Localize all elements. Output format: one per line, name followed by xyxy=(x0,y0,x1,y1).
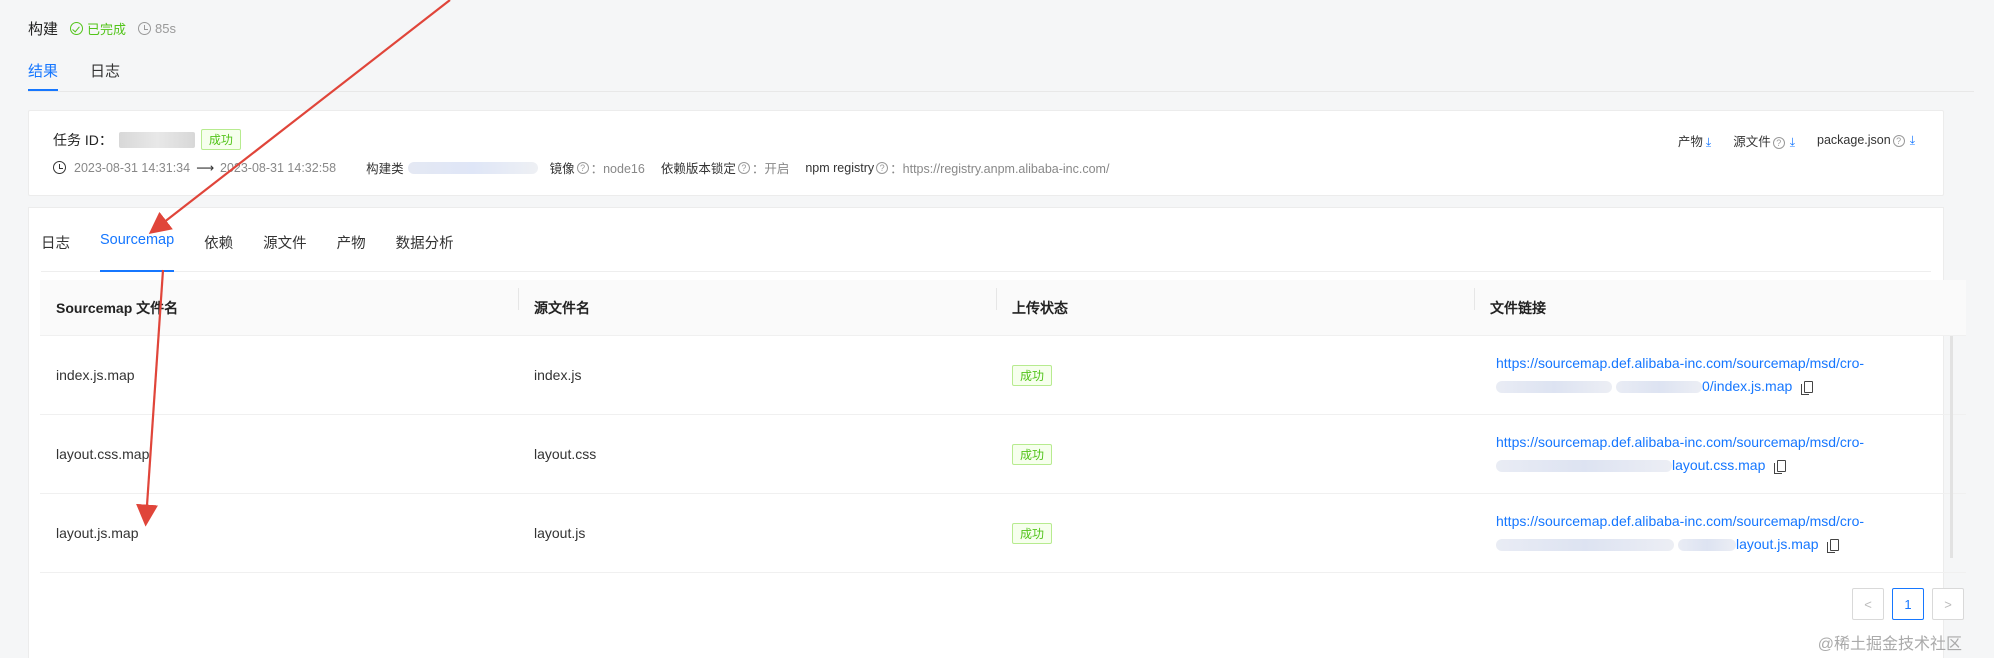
file-link[interactable]: https://sourcemap.def.alibaba-inc.com/so… xyxy=(1474,431,1954,477)
clock-icon xyxy=(138,22,152,35)
time-start: 2023-08-31 14:31:34 xyxy=(74,160,191,175)
question-icon[interactable]: ? xyxy=(576,161,589,174)
subtab-dependencies[interactable]: 依赖 xyxy=(204,232,233,272)
download-icon[interactable]: ⤓ xyxy=(1706,135,1711,149)
question-icon[interactable]: ? xyxy=(1892,135,1905,147)
download-artifact[interactable]: 产物 ⤓ xyxy=(1678,131,1711,150)
build-type-redacted xyxy=(407,161,538,174)
build-status: 已完成 xyxy=(70,19,126,38)
table-header: Sourcemap 文件名 源文件名 上传状态 文件链接 xyxy=(40,280,1966,336)
download-icon[interactable]: ⤓ xyxy=(1790,135,1795,149)
download-source-label: 源文件 xyxy=(1733,135,1771,149)
build-status-text: 已完成 xyxy=(87,22,127,37)
col-header-sourcemap: Sourcemap 文件名 xyxy=(56,299,179,316)
lock-label: 依赖版本锁定 xyxy=(660,162,736,176)
tab-log[interactable]: 日志 xyxy=(90,60,120,91)
download-links: 产物 ⤓ 源文件? ⤓ package.json? ⤓ xyxy=(1678,131,1915,150)
file-link-line1[interactable]: https://sourcemap.def.alibaba-inc.com/so… xyxy=(1496,431,1954,454)
file-link-line2[interactable]: 0/index.js.map xyxy=(1702,378,1792,394)
upload-status-tag: 成功 xyxy=(1012,443,1053,465)
copy-icon[interactable] xyxy=(1827,539,1840,554)
table-scrollbar[interactable] xyxy=(1950,336,1953,558)
task-id-label: 任务 ID： xyxy=(53,131,113,148)
cell-sourcemap-name: layout.js.map xyxy=(56,525,139,541)
table-row: index.js.map index.js 成功 https://sourcem… xyxy=(40,336,1966,415)
file-link-line2[interactable]: layout.js.map xyxy=(1736,536,1818,552)
registry-label: npm registry xyxy=(805,160,875,175)
link-redacted xyxy=(1616,381,1702,394)
arrow-right-icon: ⟶ xyxy=(196,161,214,175)
col-header-status: 上传状态 xyxy=(996,287,1474,318)
sub-tabs: 日志 Sourcemap 依赖 源文件 产物 数据分析 xyxy=(41,232,1931,272)
download-source[interactable]: 源文件? ⤓ xyxy=(1733,131,1795,150)
page-current[interactable]: 1 xyxy=(1892,588,1924,620)
pagination: < 1 > xyxy=(1852,588,1964,620)
watermark: @稀土掘金技术社区 xyxy=(1817,636,1962,653)
file-link[interactable]: https://sourcemap.def.alibaba-inc.com/so… xyxy=(1474,510,1954,556)
file-link[interactable]: https://sourcemap.def.alibaba-inc.com/so… xyxy=(1474,352,1954,398)
download-package-json[interactable]: package.json? ⤓ xyxy=(1817,133,1915,148)
upload-status-tag: 成功 xyxy=(1012,522,1053,544)
build-duration: 85s xyxy=(138,21,176,36)
clock-icon xyxy=(53,161,66,174)
task-id-redacted xyxy=(118,131,195,148)
link-redacted xyxy=(1496,381,1612,394)
sourcemap-table: Sourcemap 文件名 源文件名 上传状态 文件链接 index.js.ma… xyxy=(40,280,1966,573)
file-link-line1[interactable]: https://sourcemap.def.alibaba-inc.com/so… xyxy=(1496,352,1954,375)
build-title: 构建 xyxy=(28,21,59,38)
download-artifact-label: 产物 xyxy=(1677,135,1703,149)
col-header-source: 源文件名 xyxy=(518,287,996,318)
time-end: 2023-08-31 14:32:58 xyxy=(220,160,337,175)
file-link-line1[interactable]: https://sourcemap.def.alibaba-inc.com/so… xyxy=(1496,510,1954,533)
table-row: layout.css.map layout.css 成功 https://sou… xyxy=(40,415,1966,494)
check-circle-icon xyxy=(70,22,84,35)
task-id-row: 任务 ID： 成功 xyxy=(53,129,241,150)
subtab-log[interactable]: 日志 xyxy=(41,232,70,272)
top-tabs: 结果 日志 xyxy=(28,60,1974,92)
link-redacted xyxy=(1496,460,1672,473)
copy-icon[interactable] xyxy=(1774,460,1787,475)
page-prev-button[interactable]: < xyxy=(1852,588,1884,620)
subtab-data-analysis[interactable]: 数据分析 xyxy=(396,232,454,272)
copy-icon[interactable] xyxy=(1801,381,1814,396)
question-icon[interactable]: ? xyxy=(737,161,750,174)
subtab-artifacts[interactable]: 产物 xyxy=(337,232,366,272)
file-link-line2[interactable]: layout.css.map xyxy=(1672,457,1765,473)
col-header-link: 文件链接 xyxy=(1474,287,1954,318)
task-status-tag: 成功 xyxy=(200,129,241,150)
table-row: layout.js.map layout.js 成功 https://sourc… xyxy=(40,494,1966,573)
question-icon[interactable]: ? xyxy=(1772,137,1785,149)
image-label: 镜像 xyxy=(549,162,575,176)
build-header: 构建 已完成 85s xyxy=(28,18,176,39)
cell-source-name: layout.js xyxy=(534,525,586,541)
download-icon[interactable]: ⤓ xyxy=(1910,133,1915,147)
cell-source-name: layout.css xyxy=(534,446,597,462)
download-package-json-label: package.json xyxy=(1817,133,1891,147)
cell-sourcemap-name: index.js.map xyxy=(56,367,135,383)
page-next-button[interactable]: > xyxy=(1932,588,1964,620)
build-type-label: 构建类 xyxy=(366,162,404,176)
cell-source-name: index.js xyxy=(534,367,582,383)
task-meta-row: 2023-08-31 14:31:34 ⟶ 2023-08-31 14:32:5… xyxy=(53,158,1109,177)
task-info-card: 任务 ID： 成功 2023-08-31 14:31:34 ⟶ 2023-08-… xyxy=(28,110,1944,196)
lock-value: ：开启 xyxy=(751,162,790,176)
tab-result[interactable]: 结果 xyxy=(28,60,59,91)
subtab-source-files[interactable]: 源文件 xyxy=(263,232,307,272)
link-redacted xyxy=(1496,539,1674,552)
image-value: ：node16 xyxy=(590,162,645,176)
question-icon[interactable]: ? xyxy=(876,161,889,174)
subtab-sourcemap[interactable]: Sourcemap xyxy=(100,232,175,272)
registry-value: ：https://registry.anpm.alibaba-inc.com/ xyxy=(890,162,1110,176)
upload-status-tag: 成功 xyxy=(1012,364,1053,386)
build-duration-text: 85s xyxy=(155,21,176,36)
cell-sourcemap-name: layout.css.map xyxy=(56,446,150,462)
link-redacted xyxy=(1678,539,1736,552)
